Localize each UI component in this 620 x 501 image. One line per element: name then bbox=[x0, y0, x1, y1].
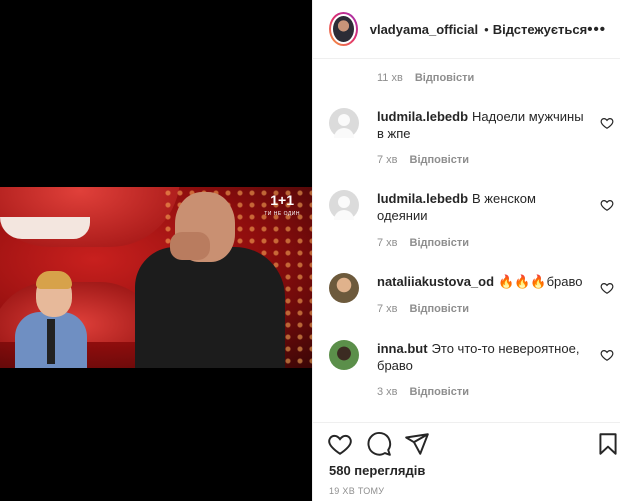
post-timestamp: 19 ХВ ТОМУ bbox=[329, 486, 385, 496]
comment-meta: 7 хв Відповісти bbox=[377, 303, 469, 315]
save-bookmark-icon[interactable] bbox=[595, 431, 620, 457]
author-username[interactable]: vladyama_official bbox=[370, 22, 478, 37]
author-avatar-image bbox=[331, 14, 356, 44]
comments-list[interactable]: 11 хв Відповісти ludmila.lebedb Надоели м… bbox=[313, 60, 620, 422]
commenter-avatar[interactable] bbox=[329, 273, 359, 303]
commenter-username[interactable]: nataliiakustova_od bbox=[377, 274, 494, 289]
channel-slogan: ТИ НЕ ОДИН bbox=[264, 211, 300, 217]
views-count[interactable]: 580 переглядів bbox=[329, 463, 425, 478]
channel-logo: 1+1 ТИ НЕ ОДИН bbox=[264, 193, 300, 221]
commenter-username[interactable]: ludmila.lebedb bbox=[377, 191, 468, 206]
like-heart-icon[interactable] bbox=[600, 281, 614, 295]
like-heart-icon[interactable] bbox=[327, 431, 353, 457]
like-heart-icon[interactable] bbox=[600, 198, 614, 212]
commenter-avatar[interactable] bbox=[329, 340, 359, 370]
man-figure bbox=[135, 247, 285, 368]
reply-button[interactable]: Відповісти bbox=[410, 386, 469, 398]
boy-tie bbox=[47, 319, 55, 364]
commenter-avatar[interactable] bbox=[329, 190, 359, 220]
comment-body: nataliiakustova_od 🔥🔥🔥браво bbox=[377, 273, 587, 290]
comment-bubble-icon[interactable] bbox=[366, 431, 392, 457]
post-header: vladyama_official • Відстежується ••• bbox=[313, 0, 620, 59]
comment-time: 7 хв bbox=[377, 154, 398, 166]
comment-time: 3 хв bbox=[377, 386, 398, 398]
channel-name: 1+1 bbox=[270, 192, 294, 208]
share-send-icon[interactable] bbox=[404, 431, 430, 457]
comment-body: inna.but Это что-то невероятное, браво bbox=[377, 340, 587, 374]
post-panel: vladyama_official • Відстежується ••• 11… bbox=[312, 0, 620, 501]
like-heart-icon[interactable] bbox=[600, 116, 614, 130]
comment-time: 7 хв bbox=[377, 303, 398, 315]
commenter-username[interactable]: ludmila.lebedb bbox=[377, 109, 468, 124]
comment-meta: 11 хв Відповісти bbox=[377, 72, 474, 84]
commenter-username[interactable]: inna.but bbox=[377, 341, 428, 356]
reply-button[interactable]: Відповісти bbox=[415, 72, 474, 84]
backdrop-teeth bbox=[0, 217, 90, 239]
man-hand bbox=[170, 232, 210, 260]
more-options-icon[interactable]: ••• bbox=[587, 21, 606, 38]
comment-text: 🔥🔥🔥браво bbox=[498, 274, 583, 289]
comment-body: ludmila.lebedb Надоели мужчины в жпе bbox=[377, 108, 587, 142]
commenter-avatar[interactable] bbox=[329, 108, 359, 138]
reply-button[interactable]: Відповісти bbox=[410, 154, 469, 166]
author-avatar[interactable] bbox=[329, 12, 358, 46]
reply-button[interactable]: Відповісти bbox=[410, 237, 469, 249]
comment-body: ludmila.lebedb В женском одеянии bbox=[377, 190, 587, 224]
comment-meta: 3 хв Відповісти bbox=[377, 386, 469, 398]
comment-time: 11 хв bbox=[377, 72, 403, 84]
comment-time: 7 хв bbox=[377, 237, 398, 249]
post-actions: 580 переглядів 19 ХВ ТОМУ bbox=[313, 422, 620, 501]
header-separator: • bbox=[484, 21, 489, 37]
boy-hair bbox=[36, 271, 72, 289]
like-heart-icon[interactable] bbox=[600, 348, 614, 362]
post-media[interactable]: 1+1 ТИ НЕ ОДИН bbox=[0, 0, 312, 501]
following-button[interactable]: Відстежується bbox=[493, 22, 588, 37]
video-player[interactable]: 1+1 ТИ НЕ ОДИН bbox=[0, 187, 312, 368]
reply-button[interactable]: Відповісти bbox=[410, 303, 469, 315]
comment-meta: 7 хв Відповісти bbox=[377, 237, 469, 249]
comment-meta: 7 хв Відповісти bbox=[377, 154, 469, 166]
